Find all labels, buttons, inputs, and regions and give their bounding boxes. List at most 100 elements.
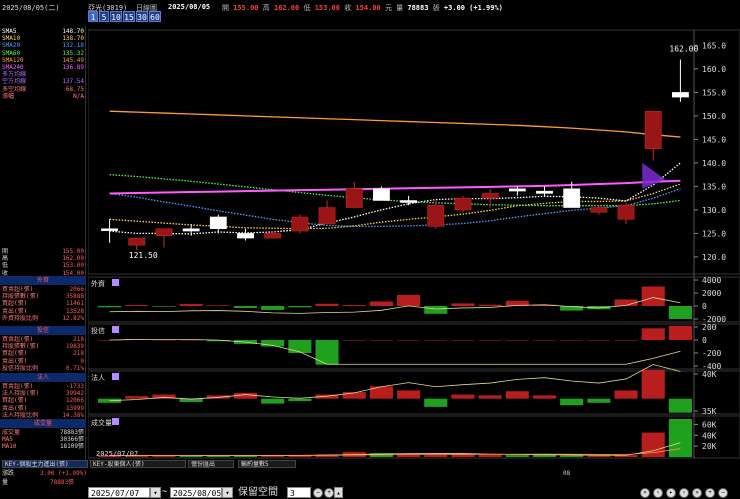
foreign-row-3-value: 13528 xyxy=(65,307,84,315)
panel-2-bar-18 xyxy=(587,398,611,403)
candle-body-16[interactable] xyxy=(536,190,553,194)
zoom-in-button[interactable]: + xyxy=(324,488,334,498)
volume-unit-top: 張 xyxy=(432,4,440,12)
nav-first-button[interactable]: « xyxy=(640,488,650,498)
volume-row-0-value: 78883張 xyxy=(59,429,84,436)
ma-row-2-value: 132.18 xyxy=(62,42,84,50)
ma-line-sma120 xyxy=(109,110,681,138)
panel-2-tick-label-1: 35K xyxy=(702,407,717,416)
ma-row-7: 空方均線 137.54 xyxy=(2,78,84,85)
institutional-row-1: 法人持股(張) 39942 xyxy=(2,390,84,397)
bottom-tab-0[interactable]: KEY-個股主力進出(張) xyxy=(2,460,88,468)
ma-row-4-value: 145.49 xyxy=(62,56,84,64)
ma-row-1-key: SMA10 xyxy=(2,35,21,43)
panel-2-bar-14 xyxy=(478,395,502,399)
foreign-row-2-key: 買超(張) xyxy=(2,300,28,308)
ma-row-8-key: 多空均線 xyxy=(2,85,27,93)
date-from-input[interactable]: 2025/07/07 xyxy=(88,487,150,498)
zoom-out-button[interactable]: − xyxy=(313,488,323,498)
candle-body-4[interactable] xyxy=(209,216,227,229)
panel-label-2: 法人 xyxy=(91,373,105,382)
dealer-row-1-key: 持股張數(張) xyxy=(2,343,40,351)
institutional-row-1-value: 39942 xyxy=(65,390,84,398)
panel-icon-2[interactable] xyxy=(112,373,119,380)
panel-0-bar-4 xyxy=(206,305,230,306)
candle-body-8[interactable] xyxy=(318,207,336,225)
panel-icon-1[interactable] xyxy=(112,326,119,333)
foreign-row-0: 買賣超(張) 2066 xyxy=(2,286,84,293)
panel-0-bar-6 xyxy=(261,306,285,310)
bottom-tab-2[interactable]: 億份匯出 xyxy=(188,460,234,468)
date-to-input[interactable]: 2025/08/05 xyxy=(170,487,222,498)
panel-0-tick-label-2: 0 xyxy=(702,302,707,311)
ma-row-4: SMA120 145.49 xyxy=(2,57,84,64)
quote-label-2: 低 xyxy=(303,4,311,12)
bottom-tab-3[interactable]: 輸約量數5 xyxy=(238,460,296,468)
panel-1-bar-20 xyxy=(641,328,665,340)
chart-area[interactable]: 165.0 160.0 155.0 150.0 145.0 140.0 135.0 130.0… xyxy=(87,26,740,460)
ma-row-8: 多空均線 68.75 xyxy=(2,86,84,93)
panel-0-bar-5 xyxy=(233,306,258,308)
ohlc-row-1-key: 高 xyxy=(2,255,9,263)
panel-0-bar-14 xyxy=(478,304,502,306)
candle-body-6[interactable] xyxy=(264,233,282,239)
foreign-row-0-key: 買賣超(張) xyxy=(2,286,34,293)
nav-prev-button[interactable]: ‹ xyxy=(653,488,663,498)
candle-body-14[interactable] xyxy=(481,193,499,199)
nav-zoom-button[interactable]: + xyxy=(705,488,715,498)
panel-2-tick-label-0: 40K xyxy=(702,370,717,379)
panel-0-bar-1 xyxy=(125,305,149,306)
candle-body-0[interactable] xyxy=(101,228,118,231)
volume-row-2: MA10 18109張 xyxy=(2,443,84,450)
vol-bar-12 xyxy=(424,454,448,457)
panel-0-bar-9 xyxy=(342,305,366,306)
nav-shrink-button[interactable]: − xyxy=(718,488,728,498)
nav-last-button[interactable]: » xyxy=(692,488,702,498)
step-spinner[interactable]: ▴ xyxy=(334,487,343,498)
period-button-10[interactable]: 10 xyxy=(110,11,122,22)
dealer-row-2: 買超(張) 218 xyxy=(2,350,84,357)
candle-body-17[interactable] xyxy=(563,188,581,208)
candle-body-5[interactable] xyxy=(237,233,254,239)
date-from-dropdown[interactable]: ▾ xyxy=(150,487,161,498)
change-top: +3.00 (+1.99%) xyxy=(443,4,503,12)
candle-body-11[interactable] xyxy=(400,200,417,203)
quote-line: 開 155.00 高 162.00 低 153.00 收 154.00 元 量 … xyxy=(222,3,503,12)
period-button-30[interactable]: 30 xyxy=(136,11,148,22)
chart-svg[interactable]: 165.0 160.0 155.0 150.0 145.0 140.0 135.0 130.0… xyxy=(87,26,740,460)
candle-body-21[interactable] xyxy=(672,92,689,98)
vol-tick-label-0: 60K xyxy=(702,420,717,429)
period-button-1[interactable]: 1 xyxy=(88,11,98,22)
candle-body-13[interactable] xyxy=(454,197,472,211)
candle-body-7[interactable] xyxy=(291,216,309,232)
step-input[interactable]: 3 xyxy=(287,487,311,498)
candle-body-18[interactable] xyxy=(590,207,608,213)
candle-body-15[interactable] xyxy=(508,188,526,192)
nav-next-button[interactable]: › xyxy=(679,488,689,498)
panel-icon-3[interactable] xyxy=(112,418,119,425)
bottom-tab-1[interactable]: KEY-股東個人(張) xyxy=(90,460,186,468)
panel-label-1: 投信 xyxy=(91,326,105,335)
nav-play-button[interactable]: ▸ xyxy=(666,488,676,498)
candle-body-12[interactable] xyxy=(427,204,445,227)
panel-label-0: 外資 xyxy=(91,279,105,288)
candle-body-19[interactable] xyxy=(617,204,635,220)
panel-1-tick-label-0: 200 xyxy=(702,323,717,332)
period-button-5[interactable]: 5 xyxy=(99,11,109,22)
panel-icon-0[interactable] xyxy=(112,279,119,286)
period-button-60[interactable]: 60 xyxy=(149,11,161,22)
candle-body-2[interactable] xyxy=(155,228,173,236)
date-to-dropdown[interactable]: ▾ xyxy=(222,487,233,498)
candle-body-20[interactable] xyxy=(644,110,662,150)
ma-row-7-value: 137.54 xyxy=(62,78,84,86)
candle-body-1[interactable] xyxy=(128,237,146,246)
panel-1-tick-label-1: 0 xyxy=(702,336,707,345)
ma-row-6-key: 多方均線 xyxy=(2,71,27,79)
ma-row-5: SMA240 136.89 xyxy=(2,64,84,71)
period-button-15[interactable]: 15 xyxy=(123,11,135,22)
candle-body-3[interactable] xyxy=(182,228,200,232)
price-tick-label-4: 145.0 xyxy=(702,135,726,144)
candle-body-10[interactable] xyxy=(373,188,390,201)
candle-body-9[interactable] xyxy=(345,188,363,208)
panel-0-bar-21 xyxy=(668,306,692,319)
